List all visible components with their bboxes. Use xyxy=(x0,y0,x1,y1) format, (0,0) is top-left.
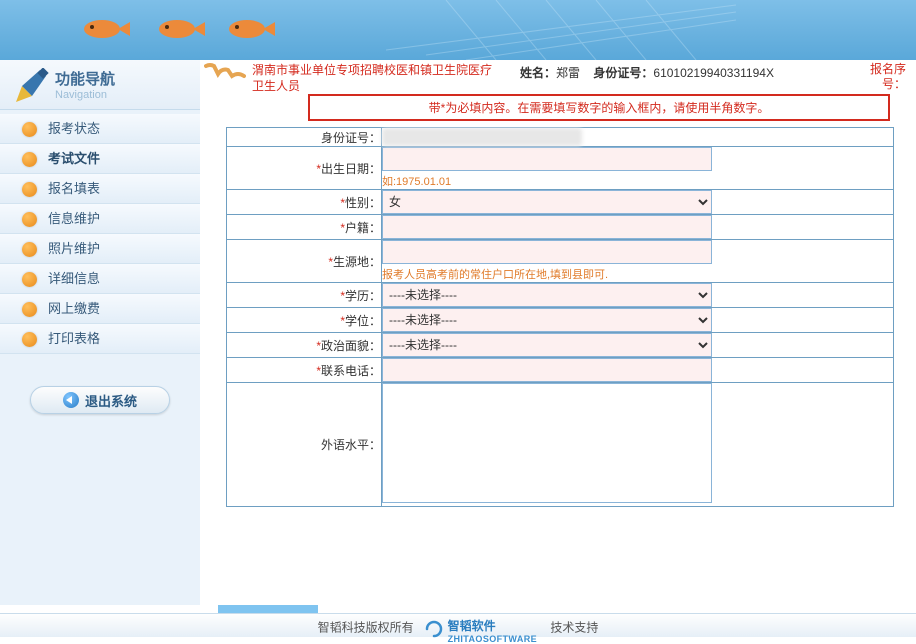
nav-item-label: 详细信息 xyxy=(48,271,100,286)
logout-button[interactable]: 退出系统 xyxy=(30,386,170,414)
nav-item-label: 照片维护 xyxy=(48,241,100,256)
row-shengyuan: *生源地： 报考人员高考前的常住户口所在地,填到县即可. xyxy=(227,240,894,283)
birth-hint: 如:1975.01.01 xyxy=(382,173,893,189)
row-xueli: *学历： ----未选择---- xyxy=(227,283,894,308)
seq-label: 报名序号： xyxy=(856,62,906,94)
phone-input[interactable] xyxy=(382,358,712,382)
exam-title: 渭南市事业单位专项招聘校医和镇卫生院医疗卫生人员 xyxy=(252,62,502,94)
nav-item-zhaopian[interactable]: 照片维护 xyxy=(0,234,200,264)
field-label: 联系电话： xyxy=(321,364,381,378)
field-label: 出生日期： xyxy=(321,162,381,176)
field-label: 政治面貌： xyxy=(321,339,381,353)
nav-list: 报考状态 考试文件 报名填表 信息维护 照片维护 详细信息 网上缴费 打印表格 xyxy=(0,110,200,358)
lang-textarea[interactable] xyxy=(382,383,712,503)
xuewei-select[interactable]: ----未选择---- xyxy=(382,308,712,332)
field-label: 性别： xyxy=(345,196,381,210)
nav-item-label: 打印表格 xyxy=(48,331,100,346)
form-scroll[interactable]: 身份证号： *出生日期： 如:1975.01.01 *性别： 女 *户籍： *生… xyxy=(226,127,894,617)
bullet-icon xyxy=(22,272,37,287)
field-label: 学历： xyxy=(345,289,381,303)
sidebar: 功能导航 Navigation 报考状态 考试文件 报名填表 信息维护 照片维护… xyxy=(0,60,200,605)
nav-item-baokao[interactable]: 报考状态 xyxy=(0,114,200,144)
nav-item-label: 信息维护 xyxy=(48,211,100,226)
pen-icon xyxy=(12,68,50,106)
row-birth: *出生日期： 如:1975.01.01 xyxy=(227,147,894,190)
zzmm-select[interactable]: ----未选择---- xyxy=(382,333,712,357)
id-masked xyxy=(382,128,582,146)
nav-item-label: 报名填表 xyxy=(48,181,100,196)
nav-item-baoming[interactable]: 报名填表 xyxy=(0,174,200,204)
nav-subtitle: Navigation xyxy=(55,89,200,101)
keyboard-decor xyxy=(386,0,736,60)
fish-decor-icon xyxy=(225,18,275,40)
brand-logo: 智韬软件 ZHITAOSOFTWARE xyxy=(424,614,537,643)
row-id: 身份证号： xyxy=(227,128,894,147)
birth-input[interactable] xyxy=(382,147,712,171)
bullet-icon xyxy=(22,332,37,347)
nav-item-jiaofei[interactable]: 网上缴费 xyxy=(0,294,200,324)
breadcrumb-icon xyxy=(204,62,246,88)
name-label: 姓名： xyxy=(520,66,556,80)
field-label: 身份证号： xyxy=(321,131,381,145)
field-label: 学位： xyxy=(345,314,381,328)
row-xuewei: *学位： ----未选择---- xyxy=(227,308,894,333)
name-value: 郑雷 xyxy=(556,66,580,80)
form-table: 身份证号： *出生日期： 如:1975.01.01 *性别： 女 *户籍： *生… xyxy=(226,127,894,507)
fish-decor-icon xyxy=(80,18,130,40)
copyright: 智韬科技版权所有 xyxy=(318,621,414,635)
bullet-icon xyxy=(22,212,37,227)
row-phone: *联系电话： xyxy=(227,358,894,383)
bullet-icon xyxy=(22,302,37,317)
shengyuan-hint: 报考人员高考前的常住户口所在地,填到县即可. xyxy=(382,266,893,282)
nav-item-xinxi[interactable]: 信息维护 xyxy=(0,204,200,234)
row-gender: *性别： 女 xyxy=(227,190,894,215)
huji-input[interactable] xyxy=(382,215,712,239)
nav-title: 功能导航 xyxy=(55,68,200,89)
fish-decor-icon xyxy=(155,18,205,40)
footer: 智韬科技版权所有 智韬软件 ZHITAOSOFTWARE 技术支持 xyxy=(0,613,916,637)
header-banner xyxy=(0,0,916,60)
logout-label: 退出系统 xyxy=(85,391,137,410)
gender-select[interactable]: 女 xyxy=(382,190,712,214)
nav-item-kaoshi[interactable]: 考试文件 xyxy=(0,144,200,174)
notice-box: 带*为必填内容。在需要填写数字的输入框内，请使用半角数字。 xyxy=(308,94,890,121)
shengyuan-input[interactable] xyxy=(382,240,712,264)
id-value: 61010219940331194X xyxy=(653,66,774,80)
bullet-icon xyxy=(22,122,37,137)
bullet-icon xyxy=(22,182,37,197)
brand-en: ZHITAOSOFTWARE xyxy=(448,635,537,643)
id-label: 身份证号： xyxy=(593,66,653,80)
field-label: 外语水平： xyxy=(321,438,381,452)
xueli-select[interactable]: ----未选择---- xyxy=(382,283,712,307)
nav-item-label: 网上缴费 xyxy=(48,301,100,316)
nav-item-label: 考试文件 xyxy=(48,151,100,166)
row-huji: *户籍： xyxy=(227,215,894,240)
field-label: 户籍： xyxy=(345,221,381,235)
nav-item-label: 报考状态 xyxy=(48,121,100,136)
bullet-icon xyxy=(22,242,37,257)
content-pane: 渭南市事业单位专项招聘校医和镇卫生院医疗卫生人员 姓名：郑雷 身份证号：6101… xyxy=(200,60,916,605)
row-lang: 外语水平： xyxy=(227,383,894,507)
user-info: 姓名：郑雷 身份证号：61010219940331194X xyxy=(502,62,856,94)
nav-item-dayin[interactable]: 打印表格 xyxy=(0,324,200,354)
support: 技术支持 xyxy=(550,621,598,635)
arrow-left-icon xyxy=(63,392,79,408)
row-zzmm: *政治面貌： ----未选择---- xyxy=(227,333,894,358)
bullet-icon xyxy=(22,152,37,167)
top-info-bar: 渭南市事业单位专项招聘校医和镇卫生院医疗卫生人员 姓名：郑雷 身份证号：6101… xyxy=(200,60,916,94)
field-label: 生源地： xyxy=(333,255,381,269)
brand-cn: 智韬软件 xyxy=(448,619,496,633)
nav-item-xiangxi[interactable]: 详细信息 xyxy=(0,264,200,294)
nav-header: 功能导航 Navigation xyxy=(0,60,200,110)
